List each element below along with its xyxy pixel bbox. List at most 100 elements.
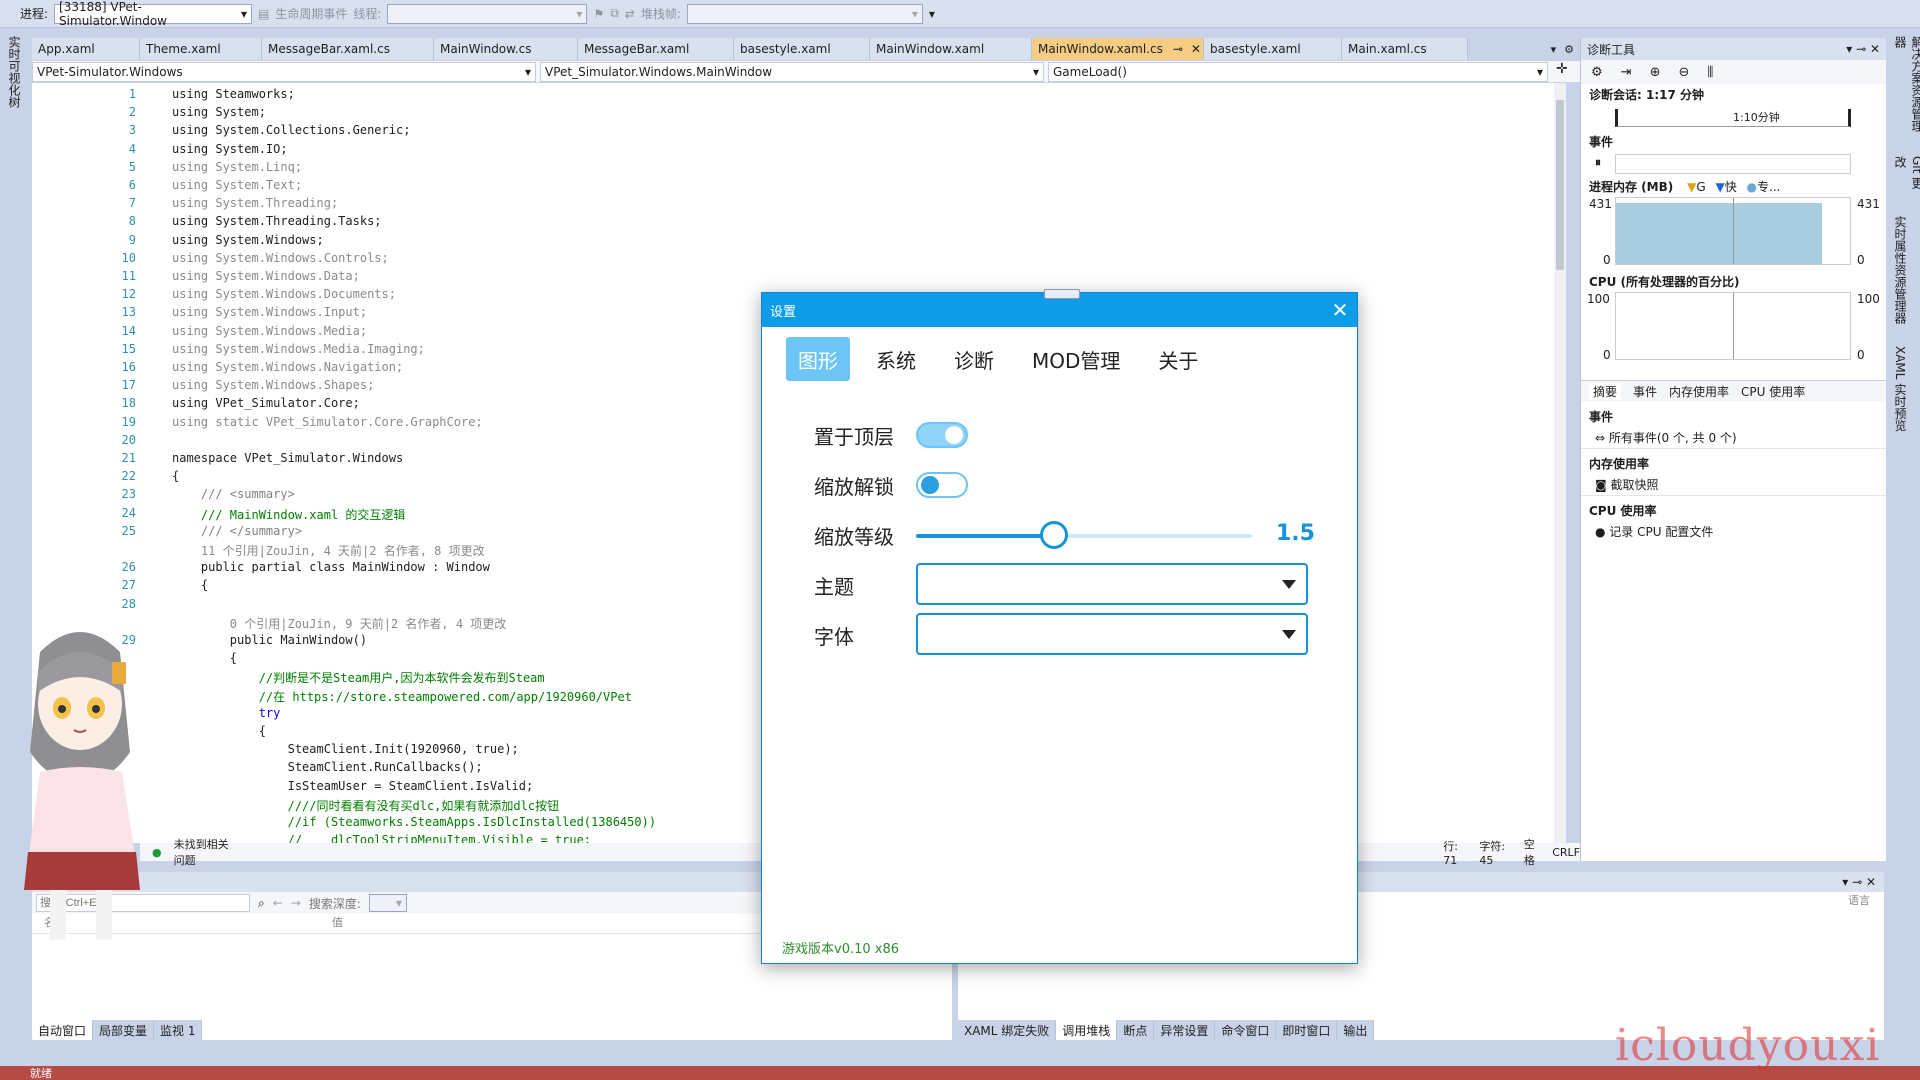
- tab-cpu-usage[interactable]: CPU 使用率: [1741, 383, 1805, 400]
- code-line[interactable]: 5 using System.Linq;: [32, 160, 1562, 178]
- gear-icon[interactable]: ⚙: [1564, 43, 1574, 56]
- take-snapshot-button[interactable]: ◙ 截取快照: [1581, 474, 1886, 495]
- code-line[interactable]: 2 using System;: [32, 105, 1562, 123]
- col-value[interactable]: 值: [332, 914, 343, 933]
- stackframe-select[interactable]: ▾: [686, 3, 923, 24]
- tab-memory-usage[interactable]: 内存使用率: [1669, 383, 1729, 400]
- record-cpu-button[interactable]: ● 记录 CPU 配置文件: [1581, 521, 1886, 542]
- topmost-toggle[interactable]: [916, 422, 968, 448]
- code-line[interactable]: 7 using System.Threading;: [32, 196, 1562, 214]
- process-select[interactable]: [33188] VPet-Simulator.Window ▾: [54, 0, 253, 28]
- tab-app-xaml[interactable]: App.xaml: [32, 38, 140, 60]
- zoom-in-icon[interactable]: ⊕: [1650, 65, 1661, 80]
- font-label: 字体: [814, 625, 854, 649]
- tab-watch-1[interactable]: 监视 1: [154, 1020, 203, 1040]
- search-icon[interactable]: ⌕: [258, 896, 265, 911]
- code-text: public MainWindow(): [172, 633, 368, 647]
- tab-list-icon[interactable]: ▾: [1551, 43, 1557, 56]
- issues-status[interactable]: 未找到相关问题: [174, 836, 232, 868]
- gc-legend-icon: ▼: [1687, 180, 1697, 194]
- project-dropdown[interactable]: VPet-Simulator.Windows ▾: [32, 62, 536, 82]
- code-line[interactable]: 1 using Steamworks;: [32, 87, 1562, 105]
- timeline-ruler[interactable]: 1:10分钟: [1581, 105, 1886, 131]
- overflow-icon[interactable]: ▾: [929, 7, 935, 21]
- tab-main-xaml-cs[interactable]: Main.xaml.cs: [1342, 38, 1468, 60]
- tab-basestyle-xaml[interactable]: basestyle.xaml: [734, 38, 870, 60]
- tab-call-stack[interactable]: 调用堆栈: [1056, 1020, 1118, 1040]
- code-line[interactable]: 4 using System.IO;: [32, 142, 1562, 160]
- live-visual-tree-tab[interactable]: 实时可视化树: [0, 28, 29, 116]
- code-line[interactable]: 9 using System.Windows;: [32, 233, 1562, 251]
- zoom-slider-thumb[interactable]: [1039, 521, 1068, 549]
- tab-events[interactable]: 事件: [1633, 383, 1657, 400]
- zoom-slider[interactable]: [916, 521, 1252, 549]
- tab-theme-xaml[interactable]: Theme.xaml: [140, 38, 262, 60]
- code-line[interactable]: 8 using System.Threading.Tasks;: [32, 214, 1562, 232]
- close-icon[interactable]: ✕: [1191, 42, 1201, 56]
- back-icon[interactable]: ←: [273, 896, 283, 910]
- zoom-out-icon[interactable]: ⊖: [1678, 65, 1689, 80]
- theme-dropdown[interactable]: [916, 563, 1308, 605]
- editor-scroll-thumb[interactable]: [1556, 100, 1564, 270]
- thread-select[interactable]: ▾: [387, 3, 588, 24]
- code-text: /// MainWindow.xaml 的交互逻辑: [172, 507, 406, 522]
- tab-breakpoints[interactable]: 断点: [1117, 1020, 1155, 1040]
- code-line[interactable]: 10 using System.Windows.Controls;: [32, 251, 1562, 269]
- code-line[interactable]: 11 using System.Windows.Data;: [32, 269, 1562, 287]
- tab-mainwindow-xaml[interactable]: MainWindow.xaml: [870, 38, 1032, 60]
- line-number: 15: [121, 341, 136, 356]
- split-icon[interactable]: ✛: [1556, 61, 1568, 82]
- tab-output[interactable]: 输出: [1337, 1020, 1375, 1040]
- code-text: ////同时看看有没有买dlc,如果有就添加dlc按钮: [172, 798, 560, 813]
- live-property-explorer-tab[interactable]: 实时属性资源管理器: [1886, 208, 1915, 338]
- class-dropdown[interactable]: VPet_Simulator.Windows.MainWindow ▾: [540, 62, 1044, 82]
- tab-system[interactable]: 系统: [864, 337, 928, 381]
- scale-unlock-toggle[interactable]: [916, 472, 968, 498]
- triangle-down-icon: [1282, 629, 1296, 639]
- threads-icon[interactable]: ⧉: [610, 6, 619, 21]
- tab-summary[interactable]: 摘要: [1589, 383, 1622, 400]
- tab-command-window[interactable]: 命令窗口: [1215, 1020, 1277, 1040]
- tab-mod-management[interactable]: MOD管理: [1020, 337, 1132, 381]
- xaml-live-preview-tab[interactable]: XAML 实时预览: [1886, 338, 1915, 448]
- forward-icon[interactable]: →: [291, 896, 301, 910]
- tab-mainwindow-cs[interactable]: MainWindow.cs: [434, 38, 578, 60]
- solution-explorer-tab[interactable]: 解决方案资源管理器: [1886, 28, 1920, 148]
- whitespace-mode[interactable]: 空格: [1524, 836, 1540, 868]
- all-events-link[interactable]: ⇔ 所有事件(0 个, 共 0 个): [1581, 427, 1886, 448]
- export-icon[interactable]: ⇥: [1621, 65, 1632, 80]
- line-ending[interactable]: CRLF: [1552, 846, 1580, 859]
- desktop-pet-character[interactable]: [0, 612, 160, 942]
- tab-exception-settings[interactable]: 异常设置: [1154, 1020, 1216, 1040]
- tab-about[interactable]: 关于: [1146, 337, 1210, 381]
- code-line[interactable]: 3 using System.Collections.Generic;: [32, 123, 1562, 141]
- tab-immediate-window[interactable]: 即时窗口: [1276, 1020, 1338, 1040]
- pause-icon[interactable]: ⏸: [1595, 155, 1601, 170]
- tab-mainwindow-xaml-cs[interactable]: MainWindow.xaml.cs ⊸ ✕: [1032, 38, 1204, 60]
- drag-handle[interactable]: [1044, 289, 1080, 299]
- tab-locals[interactable]: 局部变量: [93, 1020, 155, 1040]
- member-dropdown[interactable]: GameLoad() ▾: [1048, 62, 1548, 82]
- tab-basestyle-xaml-2[interactable]: basestyle.xaml: [1204, 38, 1342, 60]
- char-number[interactable]: 字符: 45: [1479, 838, 1511, 867]
- tab-messagebar-xaml-cs[interactable]: MessageBar.xaml.cs: [262, 38, 434, 60]
- code-text: using static VPet_Simulator.Core.GraphCo…: [172, 414, 483, 429]
- close-button[interactable]: ✕: [1323, 293, 1357, 327]
- line-number[interactable]: 行: 71: [1443, 838, 1467, 867]
- flag-icon[interactable]: ⚑: [593, 7, 604, 21]
- gear-icon[interactable]: ⚙: [1591, 65, 1603, 80]
- panel-controls[interactable]: ▾ ⊸ ✕: [1846, 42, 1880, 56]
- tab-xaml-binding-failures[interactable]: XAML 绑定失败: [958, 1020, 1057, 1040]
- reset-view-icon[interactable]: ⫼: [1707, 65, 1713, 80]
- font-dropdown[interactable]: [916, 613, 1308, 655]
- tab-messagebar-xaml[interactable]: MessageBar.xaml: [578, 38, 734, 60]
- code-line[interactable]: 6 using System.Text;: [32, 178, 1562, 196]
- tab-diagnostics[interactable]: 诊断: [942, 337, 1006, 381]
- summary-events-heading: 事件: [1589, 410, 1614, 424]
- tab-graphics[interactable]: 图形: [786, 337, 850, 381]
- tab-autos[interactable]: 自动窗口: [32, 1020, 94, 1040]
- search-depth-select[interactable]: ▾: [368, 894, 407, 912]
- pin-icon[interactable]: ⊸: [1173, 42, 1183, 56]
- git-changes-tab[interactable]: Git 更改: [1886, 148, 1920, 208]
- lifecycle-icon[interactable]: ▤: [258, 7, 269, 21]
